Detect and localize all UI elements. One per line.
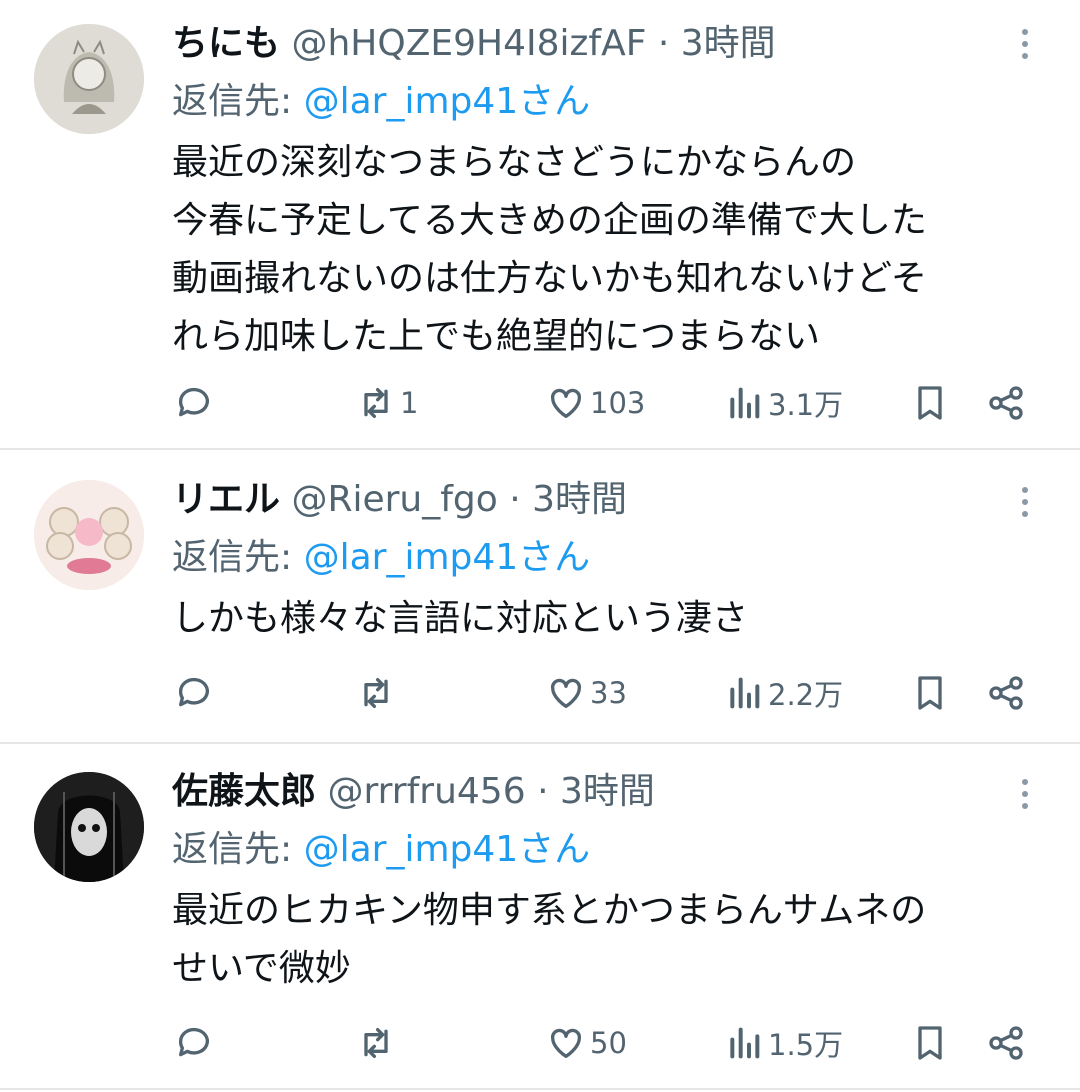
- tweet-line: 最近の深刻なつまらなさどうにかならんの: [172, 142, 857, 183]
- bookmark-icon: [918, 1026, 942, 1060]
- retweet-button[interactable]: [356, 1018, 400, 1068]
- tweet-2[interactable]: リエル @Rieru_fgo · 3時間 返信先: @lar_imp41さん し…: [0, 450, 1080, 742]
- tweet-line: しかも様々な言語に対応という凄さ: [172, 598, 749, 639]
- user-handle[interactable]: @Rieru_fgo: [291, 479, 497, 520]
- share-icon: [989, 676, 1023, 710]
- reply-button[interactable]: [174, 668, 214, 718]
- action-bar: 50 1.5万: [0, 1018, 1080, 1068]
- views-count: 1.5万: [768, 1028, 844, 1062]
- tweet-line: せいで微妙: [172, 948, 351, 989]
- like-button[interactable]: 50: [546, 1018, 627, 1068]
- tweet-line: 今春に予定してる大きめの企画の準備で大した: [172, 200, 927, 241]
- reply-button[interactable]: [174, 378, 214, 428]
- like-button[interactable]: 33: [546, 668, 627, 718]
- reply-mention[interactable]: @lar_imp41さん: [304, 537, 591, 578]
- dot-separator: ·: [657, 23, 681, 64]
- avatar[interactable]: [34, 480, 144, 590]
- like-icon: [550, 388, 582, 418]
- reply-label: 返信先:: [172, 537, 304, 578]
- divider: [0, 1088, 1080, 1090]
- tweet-line: れら加味した上でも絶望的につまらない: [172, 316, 821, 357]
- tweet-line: 最近のヒカキン物申す系とかつまらんサムネの: [172, 890, 927, 931]
- like-count: 103: [590, 386, 646, 420]
- views-button[interactable]: 1.5万: [724, 1018, 843, 1068]
- reply-button[interactable]: [174, 1018, 214, 1068]
- bookmark-button[interactable]: [910, 668, 950, 718]
- share-icon: [989, 1026, 1023, 1060]
- tweet-line: 動画撮れないのは仕方ないかも知れないけどそ: [172, 258, 927, 299]
- share-icon: [989, 386, 1023, 420]
- tweet-text: 最近のヒカキン物申す系とかつまらんサムネの せいで微妙: [172, 882, 1052, 998]
- retweet-icon: [364, 1028, 388, 1058]
- like-icon: [550, 678, 582, 708]
- retweet-count: 1: [400, 386, 419, 420]
- avatar[interactable]: [34, 772, 144, 882]
- reply-to: 返信先: @lar_imp41さん: [172, 536, 590, 580]
- views-count: 3.1万: [768, 388, 844, 422]
- user-handle[interactable]: @rrrfru456: [327, 771, 525, 812]
- views-icon: [730, 387, 760, 419]
- like-count: 33: [590, 676, 627, 710]
- reply-label: 返信先:: [172, 81, 304, 122]
- like-button[interactable]: 103: [546, 378, 645, 428]
- retweet-button[interactable]: [356, 668, 400, 718]
- action-bar: 1 103 3.1万: [0, 378, 1080, 428]
- tweet-1[interactable]: ちにも @hHQZE9H4I8izfAF · 3時間 返信先: @lar_imp…: [0, 0, 1080, 448]
- timestamp[interactable]: 3時間: [560, 771, 655, 812]
- tweet-3[interactable]: 佐藤太郎 @rrrfru456 · 3時間 返信先: @lar_imp41さん …: [0, 744, 1080, 1092]
- views-icon: [730, 1027, 760, 1059]
- reply-icon: [178, 387, 209, 417]
- bookmark-icon: [918, 386, 942, 420]
- tweet-text: 最近の深刻なつまらなさどうにかならんの 今春に予定してる大きめの企画の準備で大し…: [172, 134, 1052, 366]
- bookmark-button[interactable]: [910, 378, 950, 428]
- timestamp[interactable]: 3時間: [681, 23, 776, 64]
- reply-icon: [178, 677, 209, 707]
- avatar[interactable]: [34, 24, 144, 134]
- reply-icon: [178, 1027, 209, 1057]
- bookmark-icon: [918, 676, 942, 710]
- views-icon: [730, 677, 760, 709]
- dot-separator: ·: [537, 771, 560, 812]
- retweet-icon: [364, 388, 388, 418]
- share-button[interactable]: [986, 378, 1026, 428]
- action-bar: 33 2.2万: [0, 668, 1080, 718]
- display-name[interactable]: リエル: [172, 479, 280, 520]
- share-button[interactable]: [986, 668, 1026, 718]
- bookmark-button[interactable]: [910, 1018, 950, 1068]
- retweet-button[interactable]: 1: [356, 378, 418, 428]
- like-icon: [550, 1028, 582, 1058]
- views-count: 2.2万: [768, 678, 844, 712]
- dot-separator: ·: [509, 479, 533, 520]
- display-name[interactable]: 佐藤太郎: [172, 771, 316, 812]
- more-icon[interactable]: [1008, 22, 1042, 66]
- display-name[interactable]: ちにも: [172, 23, 280, 64]
- views-button[interactable]: 3.1万: [724, 378, 843, 428]
- share-button[interactable]: [986, 1018, 1026, 1068]
- more-icon[interactable]: [1008, 772, 1042, 816]
- more-icon[interactable]: [1008, 480, 1042, 524]
- like-count: 50: [590, 1026, 627, 1060]
- reply-mention[interactable]: @lar_imp41さん: [304, 81, 591, 122]
- retweet-icon: [364, 678, 388, 708]
- reply-to: 返信先: @lar_imp41さん: [172, 828, 590, 872]
- timestamp[interactable]: 3時間: [532, 479, 627, 520]
- user-handle[interactable]: @hHQZE9H4I8izfAF: [291, 23, 646, 64]
- reply-label: 返信先:: [172, 829, 304, 870]
- views-button[interactable]: 2.2万: [724, 668, 843, 718]
- reply-mention[interactable]: @lar_imp41さん: [304, 829, 591, 870]
- tweet-text: しかも様々な言語に対応という凄さ: [172, 590, 1052, 648]
- reply-to: 返信先: @lar_imp41さん: [172, 80, 590, 124]
